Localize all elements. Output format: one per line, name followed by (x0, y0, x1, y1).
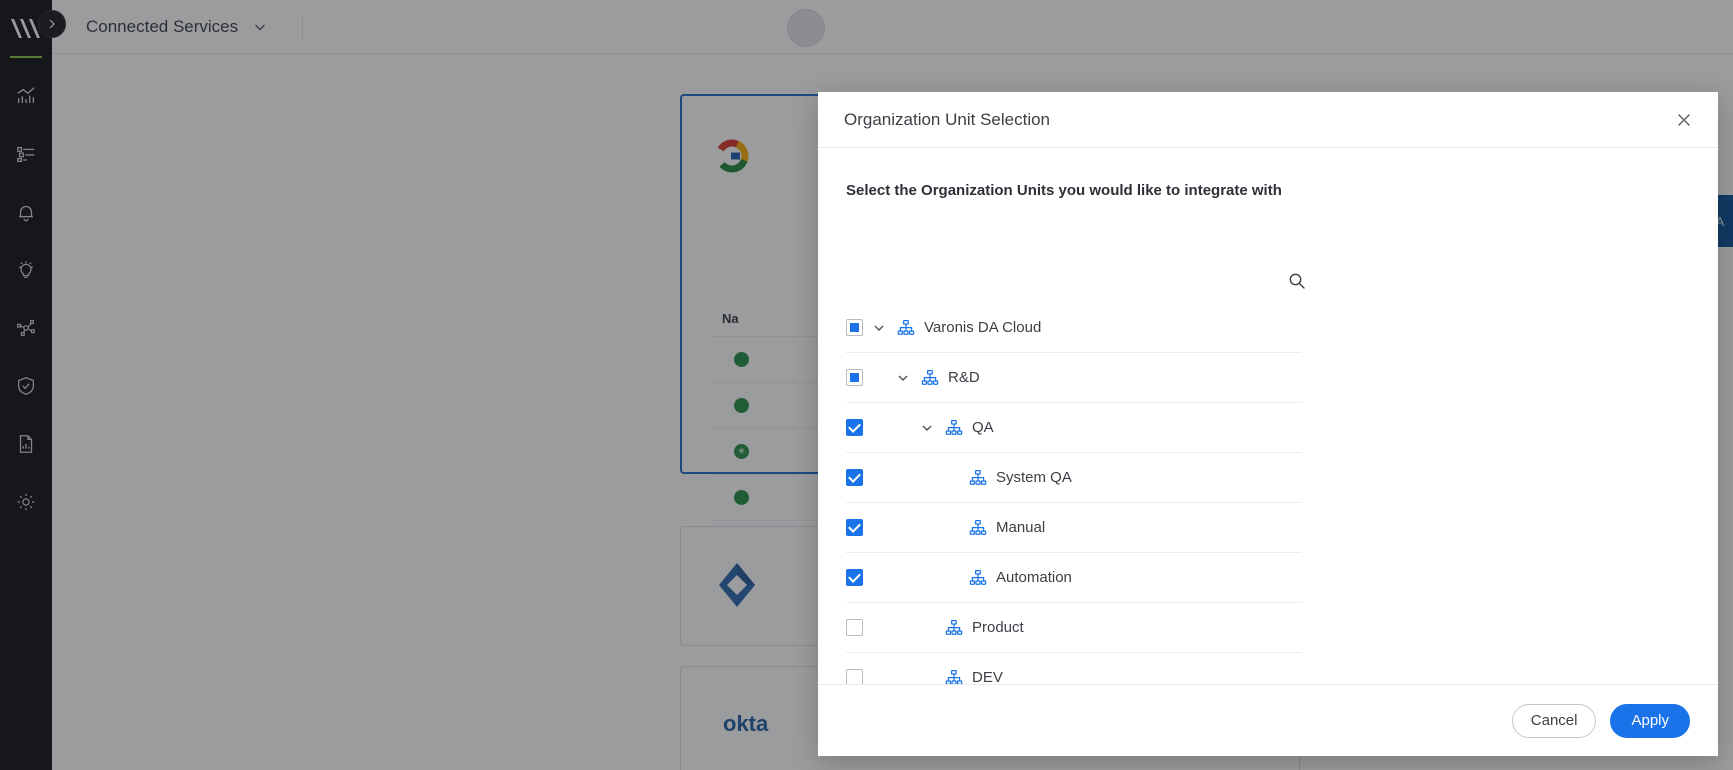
app-root: Connected Services Na ✳ okta A Organizat… (0, 0, 1733, 770)
chevron-down-icon[interactable] (869, 318, 889, 338)
tree-row-dev[interactable]: DEV (846, 653, 1302, 684)
checkbox-manual[interactable] (846, 519, 863, 536)
checkbox-automation[interactable] (846, 569, 863, 586)
cancel-button[interactable]: Cancel (1511, 703, 1597, 738)
dialog-header: Organization Unit Selection (818, 92, 1718, 148)
checkbox-r-d[interactable] (846, 369, 863, 386)
organization-unit-tree: Varonis DA Cloud R&D QA System QA Manual Auto… (846, 303, 1302, 684)
org-unit-icon (945, 669, 963, 684)
checkbox-varonis-da-cloud[interactable] (846, 319, 863, 336)
tree-item-label: Manual (996, 519, 1046, 536)
search-icon[interactable] (1284, 268, 1310, 294)
dialog-footer: Cancel Apply (818, 684, 1718, 756)
org-unit-icon (969, 469, 987, 487)
org-unit-icon (969, 519, 987, 537)
apply-button[interactable]: Apply (1610, 703, 1690, 738)
chevron-down-icon[interactable] (893, 368, 913, 388)
tree-item-label: QA (972, 419, 994, 436)
checkbox-system-qa[interactable] (846, 469, 863, 486)
organization-unit-selection-dialog: Organization Unit Selection Select the O… (818, 92, 1718, 756)
tree-item-label: System QA (996, 469, 1072, 486)
org-unit-icon (921, 369, 939, 387)
tree-row-manual[interactable]: Manual (846, 503, 1302, 553)
tree-row-qa[interactable]: QA (846, 403, 1302, 453)
tree-row-varonis-da-cloud[interactable]: Varonis DA Cloud (846, 303, 1302, 353)
dialog-prompt: Select the Organization Units you would … (846, 182, 1282, 199)
org-unit-icon (897, 319, 915, 337)
close-icon[interactable] (1668, 104, 1700, 136)
tree-row-product[interactable]: Product (846, 603, 1302, 653)
tree-item-label: Varonis DA Cloud (924, 319, 1042, 336)
chevron-down-icon[interactable] (917, 418, 937, 438)
org-unit-icon (945, 619, 963, 637)
checkbox-product[interactable] (846, 619, 863, 636)
org-unit-icon (945, 419, 963, 437)
tree-item-label: Automation (996, 569, 1072, 586)
tree-item-label: Product (972, 619, 1024, 636)
checkbox-dev[interactable] (846, 669, 863, 684)
dialog-body: Select the Organization Units you would … (818, 148, 1718, 684)
tree-item-label: DEV (972, 669, 1003, 684)
checkbox-qa[interactable] (846, 419, 863, 436)
org-unit-icon (969, 569, 987, 587)
tree-row-system-qa[interactable]: System QA (846, 453, 1302, 503)
dialog-title: Organization Unit Selection (844, 109, 1051, 129)
tree-row-automation[interactable]: Automation (846, 553, 1302, 603)
tree-item-label: R&D (948, 369, 980, 386)
tree-row-r-d[interactable]: R&D (846, 353, 1302, 403)
